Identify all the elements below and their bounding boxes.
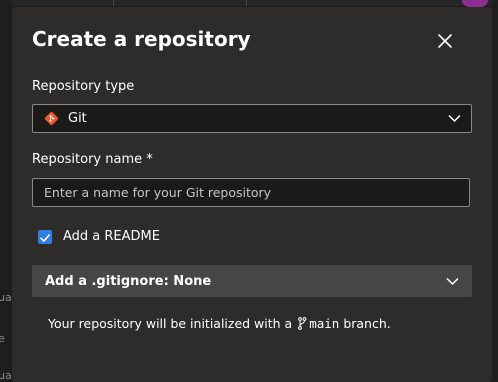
info-suffix: branch. — [343, 316, 391, 331]
chevron-down-icon — [448, 114, 461, 123]
git-icon — [44, 111, 59, 126]
add-readme-label[interactable]: Add a README — [63, 229, 160, 244]
chevron-down-icon — [446, 277, 459, 286]
repository-type-dropdown[interactable]: Git — [32, 104, 472, 133]
checkmark-icon — [40, 234, 50, 242]
initialization-info: Your repository will be initialized with… — [48, 316, 391, 331]
background-header — [0, 0, 498, 6]
background-divider — [113, 0, 114, 6]
background-right-panel — [492, 0, 498, 382]
close-button[interactable] — [436, 32, 454, 50]
background-left-panel — [0, 0, 12, 382]
add-readme-checkbox[interactable] — [38, 230, 52, 244]
create-repository-dialog: Create a repository Repository type Git … — [12, 7, 492, 382]
repository-type-label: Repository type — [32, 79, 135, 94]
gitignore-label: Add a .gitignore: None — [45, 274, 212, 289]
background-divider — [246, 0, 247, 6]
branch-icon — [298, 317, 307, 330]
repository-name-label: Repository name * — [32, 152, 153, 167]
close-icon — [438, 34, 452, 48]
repository-name-input[interactable] — [32, 178, 470, 207]
repository-type-value: Git — [68, 111, 87, 126]
branch-name: main — [309, 316, 340, 331]
info-prefix: Your repository will be initialized with… — [48, 316, 293, 331]
background-text: e — [0, 332, 5, 345]
gitignore-dropdown[interactable]: Add a .gitignore: None — [32, 265, 472, 297]
dialog-title: Create a repository — [32, 27, 251, 51]
